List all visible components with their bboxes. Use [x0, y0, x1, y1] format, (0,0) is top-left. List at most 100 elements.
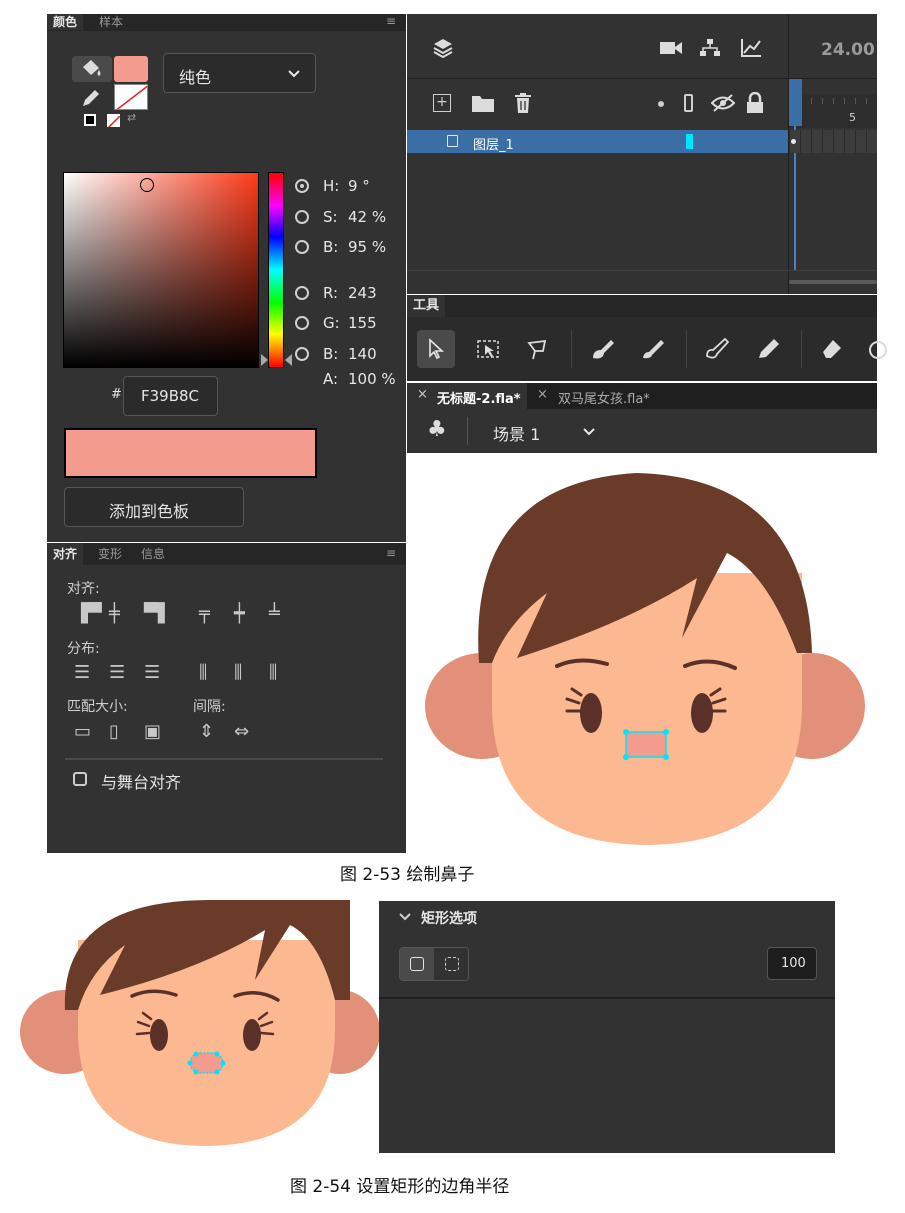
pencil-icon[interactable]: [755, 336, 783, 362]
single-radius-button[interactable]: [400, 948, 434, 980]
panel-menu-icon[interactable]: ≡: [386, 14, 396, 28]
new-layer-icon[interactable]: +: [433, 94, 451, 112]
distribute-vertical-center-icon[interactable]: ☰: [109, 664, 125, 682]
radio-brightness[interactable]: [295, 240, 309, 254]
stroke-swatch-none[interactable]: [114, 84, 148, 110]
separate-radius-button[interactable]: [435, 948, 469, 980]
brush-icon[interactable]: [639, 336, 667, 362]
hue-slider[interactable]: [268, 172, 284, 368]
blue-value[interactable]: 140: [348, 345, 377, 363]
free-transform-icon[interactable]: [475, 337, 503, 361]
color-picker-cursor[interactable]: [140, 178, 154, 192]
hue-slider-handle-left[interactable]: [261, 354, 268, 366]
keyframe-dot[interactable]: [791, 139, 796, 144]
lock-icon[interactable]: [746, 92, 764, 114]
selection-handle[interactable]: [220, 1060, 226, 1066]
hue-slider-handle-right[interactable]: [285, 354, 292, 366]
fill-type-dropdown[interactable]: 纯色: [163, 53, 316, 93]
match-height-icon[interactable]: ▯: [109, 723, 119, 741]
fluid-brush-icon[interactable]: [703, 336, 731, 362]
scene-label[interactable]: 场景 1: [493, 421, 540, 445]
frame-ruler[interactable]: 5: [789, 94, 877, 128]
folder-icon[interactable]: [471, 93, 495, 113]
outline-icon[interactable]: [684, 94, 693, 112]
highlight-dot-icon[interactable]: [658, 101, 664, 107]
selection-handle[interactable]: [663, 729, 669, 735]
trash-icon[interactable]: [513, 92, 533, 114]
eye-hidden-icon[interactable]: [711, 94, 735, 112]
distribute-right-icon[interactable]: ⫼: [269, 664, 277, 682]
radio-blue[interactable]: [295, 347, 309, 361]
align-to-stage-checkbox[interactable]: [73, 772, 87, 786]
lasso-icon[interactable]: [525, 337, 553, 361]
selection-handle[interactable]: [663, 754, 669, 760]
selection-handle[interactable]: [623, 754, 629, 760]
add-to-swatches-button[interactable]: 添加到色板: [64, 487, 244, 527]
fps-value[interactable]: 24.00: [821, 40, 875, 60]
selection-handle[interactable]: [623, 729, 629, 735]
corner-radius-input[interactable]: 100: [767, 947, 817, 980]
chevron-down-icon[interactable]: [582, 427, 596, 437]
align-vertical-center-icon[interactable]: ┿: [234, 605, 245, 623]
graph-icon[interactable]: [740, 38, 762, 58]
color-picker-field[interactable]: [63, 172, 259, 368]
tools-panel-title[interactable]: 工具: [407, 295, 446, 317]
distribute-horizontal-center-icon[interactable]: ⫼: [234, 664, 242, 682]
tab-swatches[interactable]: 样本: [93, 14, 129, 30]
align-right-edge-icon[interactable]: ▀▌: [144, 605, 172, 623]
align-bottom-edge-icon[interactable]: ╧: [269, 605, 280, 623]
radio-saturation[interactable]: [295, 210, 309, 224]
clubs-icon[interactable]: ♣: [427, 417, 447, 442]
distribute-bottom-icon[interactable]: ☰: [144, 664, 160, 682]
default-colors-icon[interactable]: [84, 114, 96, 126]
radio-red[interactable]: [295, 286, 309, 300]
alpha-value[interactable]: 100 %: [348, 370, 396, 388]
left-eye[interactable]: [150, 1019, 168, 1051]
match-width-height-icon[interactable]: ▣: [144, 723, 161, 741]
distribute-top-icon[interactable]: ☰: [74, 664, 90, 682]
space-horizontal-icon[interactable]: ⇔: [234, 723, 249, 741]
doc-tab-inactive[interactable]: × 双马尾女孩.fla*: [528, 383, 668, 409]
selection-handle[interactable]: [187, 1060, 193, 1066]
keyframe-cells[interactable]: [789, 130, 877, 153]
hex-input[interactable]: F39B8C: [123, 376, 218, 416]
align-horizontal-center-icon[interactable]: ╪: [109, 605, 120, 623]
nose-rectangle[interactable]: [625, 731, 667, 758]
selection-handle[interactable]: [214, 1051, 220, 1057]
fill-swatch[interactable]: [114, 56, 148, 82]
tab-align[interactable]: 对齐: [47, 543, 84, 565]
timeline-scrollbar[interactable]: [789, 280, 877, 284]
radio-hue[interactable]: [295, 179, 309, 193]
selection-handle[interactable]: [214, 1069, 220, 1075]
match-width-icon[interactable]: ▭: [74, 723, 91, 741]
tab-color[interactable]: 颜色: [47, 14, 84, 30]
right-eye[interactable]: [243, 1019, 261, 1051]
layer-row[interactable]: 图层_1: [407, 130, 788, 153]
selection-handle[interactable]: [193, 1069, 199, 1075]
playhead-marker[interactable]: [789, 79, 802, 126]
selection-tool[interactable]: [417, 330, 455, 368]
right-eye[interactable]: [691, 693, 713, 733]
red-value[interactable]: 243: [348, 284, 377, 302]
eraser-icon[interactable]: [817, 336, 845, 362]
close-icon[interactable]: ×: [417, 387, 428, 402]
radio-green[interactable]: [295, 316, 309, 330]
green-value[interactable]: 155: [348, 314, 377, 332]
panel-menu-icon[interactable]: ≡: [386, 546, 396, 560]
stage-canvas[interactable]: [407, 453, 877, 853]
tab-transform[interactable]: 变形: [92, 543, 128, 565]
saturation-value[interactable]: 42 %: [348, 208, 386, 226]
fill-color-button[interactable]: [72, 56, 112, 82]
hue-value[interactable]: 9 °: [348, 177, 370, 195]
space-vertical-icon[interactable]: ⇕: [199, 723, 214, 741]
distribute-left-icon[interactable]: ⫼: [199, 664, 207, 682]
no-color-icon[interactable]: [107, 114, 120, 127]
paint-brush-fill-icon[interactable]: [589, 336, 617, 362]
left-eye[interactable]: [580, 693, 602, 733]
tab-info[interactable]: 信息: [135, 543, 171, 565]
selection-handle[interactable]: [193, 1051, 199, 1057]
layer-color-marker[interactable]: [686, 134, 693, 149]
hierarchy-icon[interactable]: [699, 38, 721, 58]
doc-tab-active[interactable]: × 无标题-2.fla*: [407, 383, 527, 409]
chevron-down-icon[interactable]: [399, 913, 411, 921]
